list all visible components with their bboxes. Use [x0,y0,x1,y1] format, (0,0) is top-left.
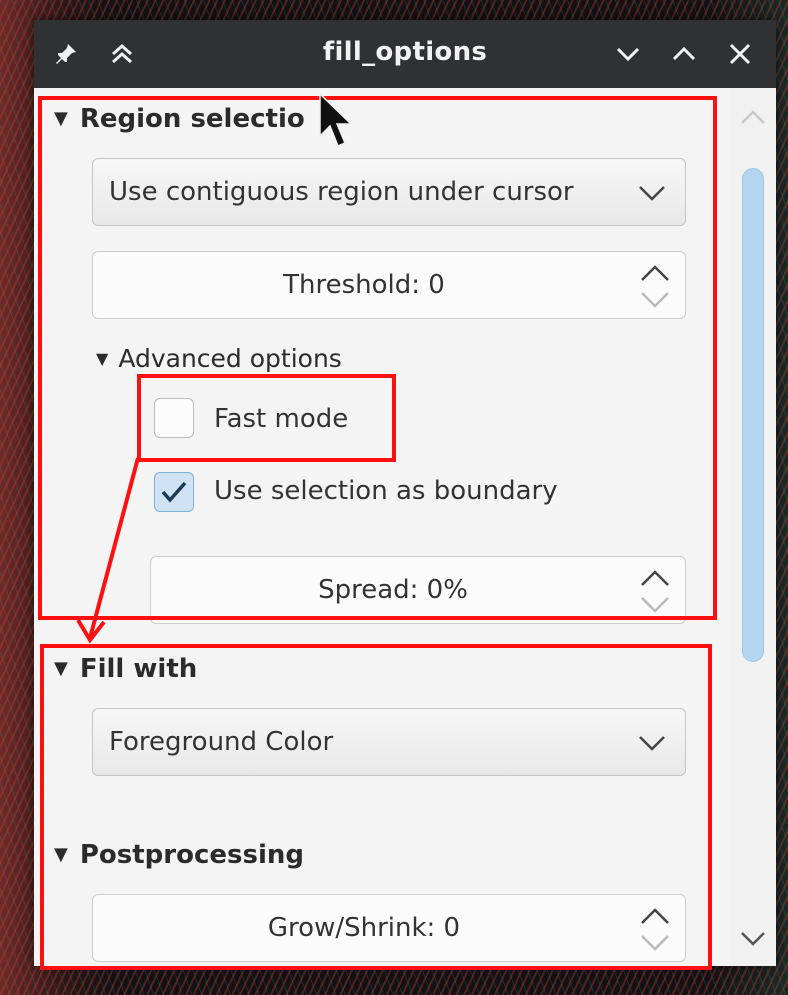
mouse-cursor-icon [319,92,353,147]
annotation-arrow [76,457,140,644]
